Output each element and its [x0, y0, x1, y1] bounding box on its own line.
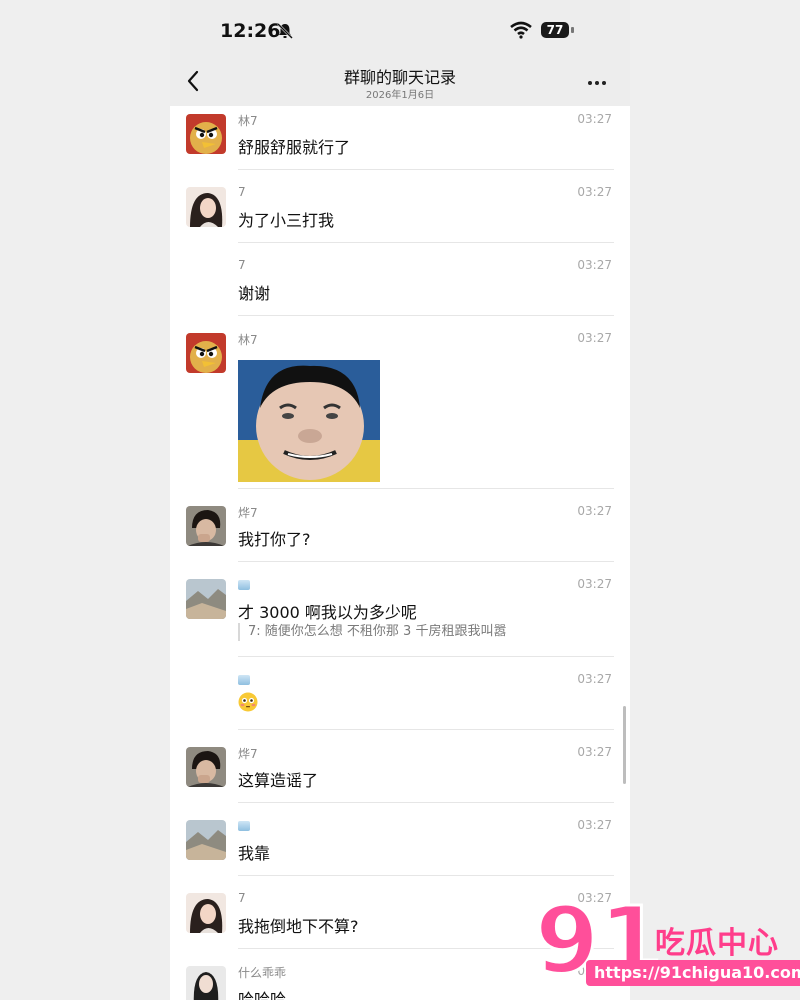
sender-name: 7 [238, 258, 246, 272]
message-time: 03:27 [577, 331, 612, 345]
message-time: 03:27 [577, 818, 612, 832]
message-text[interactable]: 舒服舒服就行了 [238, 134, 350, 158]
message-time: 03:27 [577, 258, 612, 272]
scrollbar[interactable] [623, 706, 626, 784]
battery-cap [571, 27, 574, 33]
message-item: 林7 03:27 舒服舒服就行了 [170, 106, 630, 170]
message-time: 03:27 [577, 745, 612, 759]
sender-name-icon [238, 672, 250, 686]
divider [238, 242, 614, 243]
message-time: 03:27 [577, 672, 612, 686]
funny-face-sticker[interactable] [238, 360, 380, 482]
status-bar: 12:26 77 [170, 0, 630, 58]
woman-avatar[interactable] [186, 187, 226, 227]
battery-level: 77 [546, 23, 564, 37]
watermark-name: 吃瓜中心 [655, 926, 779, 961]
divider [238, 488, 614, 489]
page-subtitle-date: 2026年1月6日 [365, 90, 435, 101]
watermark-url: https://91chigua10.com [586, 960, 800, 986]
nav-bar: 群聊的聊天记录 2026年1月6日 [170, 58, 630, 106]
sender-name: 烨7 [238, 747, 258, 761]
message-item: 03:27 才 3000 啊我以为多少呢 7: 随便你怎么想 不租你那 3 千房… [170, 571, 630, 657]
divider [238, 315, 614, 316]
flushed-face-emoji[interactable] [238, 692, 258, 712]
divider [238, 802, 614, 803]
chat-history-screen: 12:26 77 群聊的聊天记录 2026年1月6日 林7 03:27 舒服舒服… [170, 0, 630, 1000]
sender-name: 7 [238, 185, 246, 199]
woman-avatar[interactable] [186, 893, 226, 933]
sender-name: 林7 [238, 114, 258, 128]
quoted-message[interactable]: 7: 随便你怎么想 不租你那 3 千房租跟我叫嚣 [238, 623, 506, 641]
sender-name: 林7 [238, 333, 258, 347]
battery-icon: 77 [541, 22, 569, 38]
angry-bird-avatar[interactable] [186, 333, 226, 373]
sender-name: 7 [238, 891, 246, 905]
sender-name: 烨7 [238, 506, 258, 520]
message-text[interactable]: 谢谢 [238, 280, 270, 304]
sender-name-icon [238, 577, 250, 591]
sender-name-icon [238, 818, 250, 832]
message-text[interactable]: 这算造谣了 [238, 767, 318, 791]
message-item: 03:27 [170, 666, 630, 730]
divider [238, 729, 614, 730]
divider [238, 875, 614, 876]
message-text[interactable]: 为了小三打我 [238, 207, 334, 231]
message-time: 03:27 [577, 112, 612, 126]
man-avatar[interactable] [186, 506, 226, 546]
landscape-avatar[interactable] [186, 820, 226, 860]
message-item: 烨7 03:27 我打你了? [170, 498, 630, 562]
divider [238, 656, 614, 657]
more-options-icon[interactable] [586, 72, 612, 90]
message-item: 7 03:27 谢谢 [170, 252, 630, 316]
girl-avatar[interactable] [186, 966, 226, 1000]
divider [238, 169, 614, 170]
message-text[interactable]: 我打你了? [238, 526, 311, 550]
mute-bell-icon [277, 23, 293, 39]
message-text[interactable]: 哈哈哈 [238, 986, 286, 1000]
message-item: 烨7 03:27 这算造谣了 [170, 739, 630, 803]
message-time: 03:27 [577, 577, 612, 591]
message-text[interactable]: 我靠 [238, 840, 270, 864]
angry-bird-avatar[interactable] [186, 114, 226, 154]
man-avatar[interactable] [186, 747, 226, 787]
message-time: 03:27 [577, 185, 612, 199]
message-item: 林7 03:27 [170, 325, 630, 489]
status-time: 12:26 [220, 20, 281, 42]
landscape-avatar[interactable] [186, 579, 226, 619]
page-title: 群聊的聊天记录 [343, 68, 456, 87]
message-time: 03:27 [577, 504, 612, 518]
message-text[interactable]: 才 3000 啊我以为多少呢 [238, 599, 417, 623]
sender-name: 什么乖乖 [238, 966, 287, 980]
divider [238, 561, 614, 562]
wifi-icon [510, 21, 532, 39]
message-item: 7 03:27 为了小三打我 [170, 179, 630, 243]
message-item: 03:27 我靠 [170, 812, 630, 876]
message-text[interactable]: 我拖倒地下不算? [238, 913, 359, 937]
